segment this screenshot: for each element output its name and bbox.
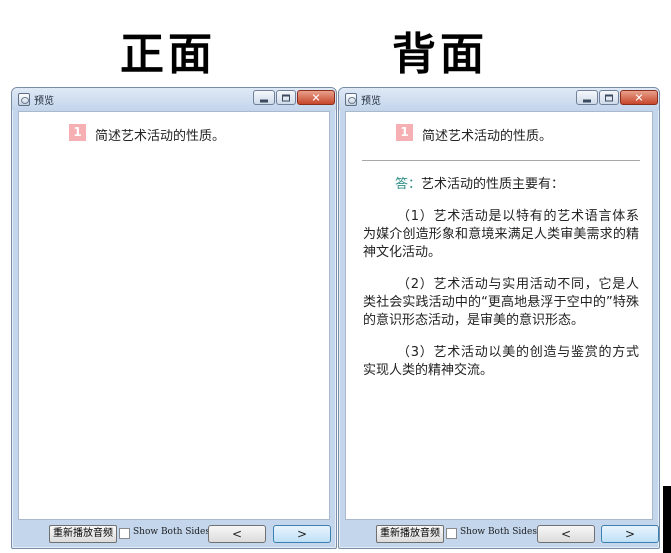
close-button[interactable]: ✕ xyxy=(297,90,335,105)
window-edge-fragment xyxy=(663,486,671,553)
close-icon: ✕ xyxy=(634,91,644,104)
show-both-sides-checkbox[interactable] xyxy=(119,528,130,539)
back-side-heading: 背面 xyxy=(392,29,488,80)
maximize-icon xyxy=(605,94,613,101)
front-back-divider xyxy=(362,160,640,161)
show-both-sides-label: Show Both Sides xyxy=(460,527,538,537)
bottom-toolbar: 重新播放音频 Show Both Sides < > xyxy=(12,520,336,548)
front-side-heading: 正面 xyxy=(120,29,216,80)
card-number-badge: 1 xyxy=(396,124,413,141)
card-content-area: 1 简述艺术活动的性质。 xyxy=(18,111,330,520)
answer-intro-line: 答：艺术活动的性质主要有： xyxy=(363,176,639,194)
minimize-icon xyxy=(583,99,591,102)
maximize-icon xyxy=(282,94,290,101)
answer-paragraph: （2）艺术活动与实用活动不同，它是人类社会实践活动中的“更高地悬浮于空中的”特殊… xyxy=(363,277,639,328)
answer-paragraph: （3）艺术活动以美的创造与鉴赏的方式实现人类的精神交流。 xyxy=(363,345,639,378)
next-card-button[interactable]: > xyxy=(273,525,331,543)
answer-paragraph: （1）艺术活动是以特有的艺术语言体系为媒介创造形象和意境来满足人类审美需求的精神… xyxy=(363,209,639,260)
maximize-button[interactable] xyxy=(276,90,296,105)
bottom-toolbar: 重新播放音频 Show Both Sides < > xyxy=(339,520,659,548)
minimize-icon xyxy=(260,99,268,102)
title-bar[interactable]: 预览 ✕ xyxy=(339,88,659,110)
card-number-badge: 1 xyxy=(69,124,86,141)
title-bar[interactable]: 预览 ✕ xyxy=(12,88,336,110)
replay-audio-button[interactable]: 重新播放音频 xyxy=(376,525,444,543)
previous-card-button[interactable]: < xyxy=(537,525,595,543)
previous-card-button[interactable]: < xyxy=(208,525,266,543)
preview-app-icon xyxy=(18,93,30,106)
preview-app-icon xyxy=(345,93,357,106)
answer-label: 答： xyxy=(395,177,422,192)
minimize-button[interactable] xyxy=(576,90,598,105)
replay-audio-button[interactable]: 重新播放音频 xyxy=(49,525,117,543)
window-title: 预览 xyxy=(361,96,381,107)
answer-block: 答：艺术活动的性质主要有： （1）艺术活动是以特有的艺术语言体系为媒介创造形象和… xyxy=(363,176,639,394)
question-text: 简述艺术活动的性质。 xyxy=(422,129,553,144)
question-text: 简述艺术活动的性质。 xyxy=(95,129,226,144)
close-icon: ✕ xyxy=(311,91,321,104)
next-card-button[interactable]: > xyxy=(601,525,659,543)
close-button[interactable]: ✕ xyxy=(620,90,658,105)
window-title: 预览 xyxy=(34,96,54,107)
card-content-area: 1 简述艺术活动的性质。 答：艺术活动的性质主要有： （1）艺术活动是以特有的艺… xyxy=(345,111,653,520)
back-preview-window: 预览 ✕ 1 简述艺术活动的性质。 答：艺术活动的性质主要有： （1）艺术活动是… xyxy=(338,87,660,549)
show-both-sides-checkbox[interactable] xyxy=(446,528,457,539)
front-preview-window: 预览 ✕ 1 简述艺术活动的性质。 重新播放音频 Show Both Sides… xyxy=(11,87,337,549)
maximize-button[interactable] xyxy=(599,90,619,105)
minimize-button[interactable] xyxy=(253,90,275,105)
show-both-sides-label: Show Both Sides xyxy=(133,527,211,537)
answer-intro: 艺术活动的性质主要有： xyxy=(421,177,565,192)
